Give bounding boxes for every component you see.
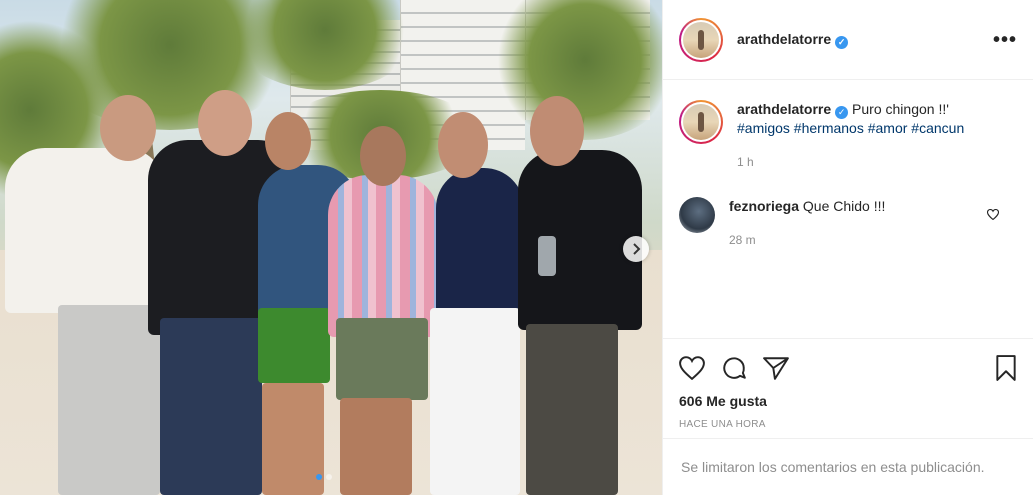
comment-bubble-icon[interactable]: [721, 355, 747, 381]
caption-author-avatar[interactable]: [679, 100, 723, 144]
person-shirt: [518, 150, 642, 330]
heart-icon[interactable]: [679, 356, 705, 380]
comment-like-heart-icon[interactable]: [986, 207, 1000, 225]
commenter-avatar[interactable]: [679, 196, 715, 233]
post-caption: arathdelatorre ✓ Puro chingon !!' #amigos…: [679, 100, 1017, 171]
person-legs: [262, 383, 324, 495]
caption-author-username[interactable]: arathdelatorre: [737, 101, 831, 117]
paper-plane-icon[interactable]: [763, 356, 789, 380]
carousel-next-button[interactable]: [623, 236, 649, 262]
carousel-dot: [326, 474, 332, 480]
avatar-image: [683, 21, 719, 58]
comments-limited-notice: Se limitaron los comentarios en esta pub…: [663, 438, 1033, 495]
comment-text: Que Chido !!!: [802, 197, 886, 214]
person-shirt: [436, 168, 524, 316]
person-head: [198, 90, 252, 156]
person-pants: [160, 318, 262, 495]
chevron-right-icon: [633, 243, 641, 255]
comment-item: feznoriega Que Chido !!! 28 m: [679, 196, 1017, 249]
author-username: arathdelatorre: [737, 30, 832, 47]
person-legs: [340, 398, 412, 495]
verified-badge-icon: ✓: [835, 35, 849, 49]
person-shorts: [258, 308, 330, 383]
author-username-link[interactable]: arathdelatorre ✓: [737, 30, 849, 49]
likes-count[interactable]: 606 Me gusta: [679, 393, 1017, 409]
more-options-icon[interactable]: •••: [993, 30, 1017, 50]
verified-badge-icon: ✓: [835, 105, 849, 119]
person-head: [265, 112, 311, 170]
bookmark-icon[interactable]: [995, 355, 1017, 381]
person-shorts: [336, 318, 428, 400]
person-shirt: [5, 148, 165, 313]
comment-timestamp[interactable]: 28 m: [729, 231, 885, 249]
commenter-username[interactable]: feznoriega: [729, 198, 799, 214]
post-sidebar: arathdelatorre ✓ ••• arathdelatorre ✓ Puro…: [662, 0, 1033, 495]
person-head: [100, 95, 156, 161]
caption-hashtags[interactable]: #amigos #hermanos #amor #cancun: [737, 120, 964, 136]
carousel-indicator: [316, 474, 332, 480]
avatar-image: [683, 104, 719, 140]
comments-section: arathdelatorre ✓ Puro chingon !!' #amigos…: [663, 80, 1033, 338]
person-pants: [526, 324, 618, 495]
person-head: [360, 126, 406, 186]
person-head: [438, 112, 488, 178]
person-head: [530, 96, 584, 166]
post-header: arathdelatorre ✓ •••: [663, 0, 1033, 80]
post-actions: 606 Me gusta HACE UNA HORA: [663, 338, 1033, 438]
post-photo[interactable]: [0, 0, 662, 495]
carousel-dot-active: [316, 474, 322, 480]
post-timestamp[interactable]: HACE UNA HORA: [679, 419, 1017, 430]
caption-text: Puro chingon !!': [852, 101, 949, 117]
drink-glass: [538, 236, 556, 276]
person-pants: [430, 308, 520, 495]
person-pants: [58, 305, 160, 495]
author-avatar[interactable]: [679, 17, 723, 62]
caption-timestamp[interactable]: 1 h: [737, 153, 964, 171]
person-shirt: [328, 175, 438, 337]
